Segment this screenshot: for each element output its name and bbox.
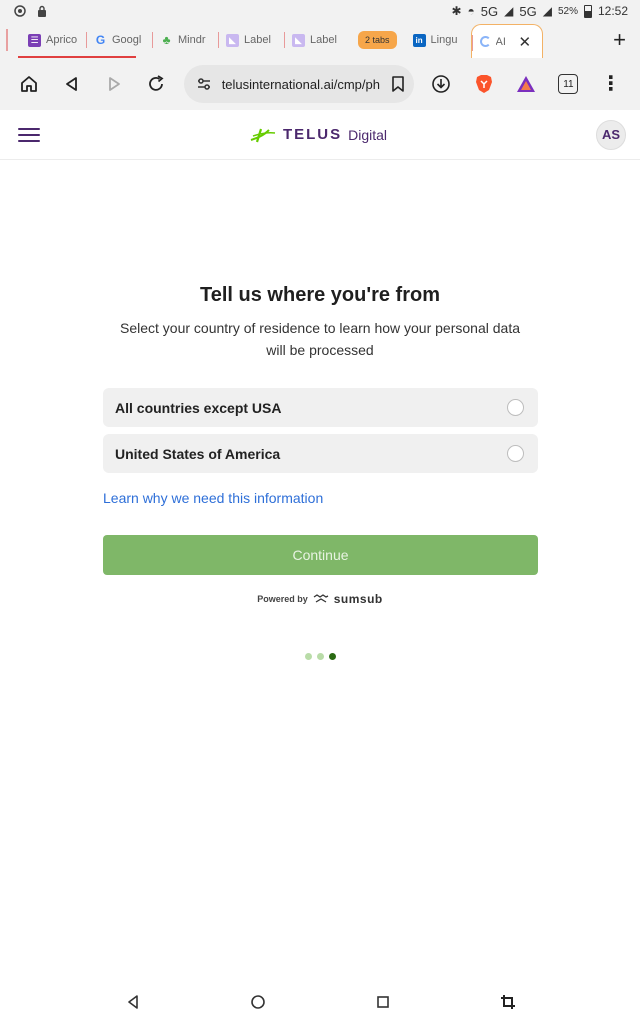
tab-label: Googl	[112, 34, 142, 46]
android-nav-bar	[0, 980, 640, 1024]
tab-label: Mindr	[178, 34, 206, 46]
tab-label-1[interactable]: ◣ Label	[218, 22, 284, 58]
status-bar: ✱ ◓ 5G ◢ 5G ◢ 52% 12:52	[0, 0, 640, 22]
new-tab-icon[interactable]: +	[613, 27, 626, 53]
reload-button[interactable]	[135, 62, 177, 106]
progress-dots	[0, 653, 640, 660]
radio-button[interactable]	[507, 399, 524, 416]
tab-edge[interactable]	[6, 29, 14, 51]
logo-word: TELUS	[282, 126, 343, 143]
brave-rewards-icon	[517, 76, 535, 92]
radio-button[interactable]	[507, 445, 524, 462]
tab-mindrift[interactable]: ♣ Mindr	[152, 22, 218, 58]
site-header: TELUS Digital AS	[0, 110, 640, 160]
telus-leaf-icon	[250, 128, 276, 142]
learn-why-link[interactable]: Learn why we need this information	[103, 490, 323, 506]
tab-label: Label	[310, 34, 337, 46]
signal-icon-2: ◢	[542, 4, 552, 18]
more-vert-icon: ⋮	[600, 73, 621, 95]
page-title: Tell us where you're from	[200, 284, 440, 306]
progress-dot	[304, 653, 312, 660]
page-subtitle: Select your country of residence to lear…	[119, 320, 520, 358]
signal-icon: ◢	[504, 4, 514, 18]
continue-button[interactable]: Continue	[103, 535, 538, 575]
nav-home-button[interactable]	[236, 980, 280, 1024]
sumsub-logo-icon	[313, 594, 329, 603]
close-tab-icon[interactable]: ✕	[519, 33, 532, 51]
battery-icon	[583, 4, 592, 18]
forward-icon	[109, 77, 120, 91]
brave-shields-button[interactable]	[462, 62, 504, 106]
crop-rotate-icon	[500, 995, 515, 1009]
tab-switcher-button[interactable]: 11	[547, 62, 589, 106]
screen-record-icon	[14, 5, 26, 17]
download-icon	[432, 75, 450, 93]
tab-strip: ☰ Aprico G Googl ♣ Mindr ◣ Label ◣ Label…	[0, 22, 640, 58]
menu-button[interactable]: ⋮	[590, 62, 632, 106]
nav-rotate-button[interactable]	[486, 980, 530, 1024]
main-content: Tell us where you're from Select your co…	[0, 160, 640, 980]
network-label-2: 5G	[519, 3, 537, 19]
wifi-icon: ◓	[467, 4, 475, 18]
powered-by-sumsub: Powered by sumsub	[0, 592, 640, 606]
linkedin-favicon-icon: in	[412, 33, 426, 47]
brave-lion-icon	[475, 75, 492, 93]
url-text[interactable]: telusinternational.ai/cmp/ph	[222, 77, 380, 92]
telus-digital-logo[interactable]: TELUS Digital	[249, 126, 387, 144]
home-button[interactable]	[8, 62, 50, 106]
loading-spinner-icon	[479, 36, 491, 47]
tab-label: Label	[244, 34, 271, 46]
forward-button[interactable]	[93, 62, 135, 106]
country-option-all-except-usa[interactable]: All countries except USA	[103, 388, 538, 427]
tab-label: AI	[495, 35, 506, 48]
tab-active[interactable]: AI ✕	[470, 24, 543, 58]
option-label: United States of America	[115, 445, 281, 462]
clock: 12:52	[597, 4, 628, 18]
tab-label: Aprico	[46, 34, 78, 46]
powered-by-label: Powered by	[257, 594, 308, 604]
hamburger-menu-icon[interactable]	[18, 127, 40, 142]
logo-sub: Digital	[348, 126, 388, 143]
tab-label: Lingu	[430, 34, 458, 46]
progress-dot-active	[328, 653, 336, 660]
battery-percent: 52%	[557, 5, 578, 17]
progress-dot	[316, 653, 324, 660]
tab-label-2[interactable]: ◣ Label	[284, 22, 350, 58]
tab-count: 11	[558, 74, 579, 94]
back-button[interactable]	[50, 62, 92, 106]
browser-toolbar: telusinternational.ai/cmp/ph 11 ⋮	[0, 58, 640, 110]
reload-icon	[149, 75, 164, 91]
google-favicon-icon: G	[95, 33, 106, 47]
country-option-usa[interactable]: United States of America	[103, 434, 538, 473]
nav-recents-icon	[376, 996, 389, 1008]
network-label-1: 5G	[480, 3, 499, 19]
back-icon	[65, 77, 77, 91]
home-icon	[21, 76, 38, 92]
nav-recents-button[interactable]	[361, 980, 405, 1024]
bookmark-icon[interactable]	[390, 75, 406, 93]
brave-rewards-button[interactable]	[505, 62, 547, 106]
tab-linkedin[interactable]: in Lingu	[405, 22, 471, 58]
labelbox-favicon-icon: ◣	[292, 33, 305, 47]
tab-group-chip[interactable]: 2 tabs	[358, 31, 397, 49]
avatar[interactable]: AS	[595, 119, 626, 150]
nav-home-icon	[250, 995, 265, 1009]
mindrift-favicon-icon: ♣	[162, 33, 171, 47]
sumsub-brand: sumsub	[333, 592, 383, 606]
address-bar[interactable]: telusinternational.ai/cmp/ph	[183, 65, 414, 103]
labelbox-favicon-icon: ◣	[226, 33, 239, 47]
apricot-favicon-icon: ☰	[28, 33, 41, 47]
nav-back-button[interactable]	[111, 980, 155, 1024]
tab-apricot[interactable]: ☰ Aprico	[20, 22, 86, 58]
bluetooth-icon: ✱	[451, 4, 462, 18]
nav-back-icon	[127, 995, 138, 1009]
download-button[interactable]	[420, 62, 462, 106]
site-settings-icon[interactable]	[196, 76, 212, 92]
lock-icon	[38, 5, 46, 17]
tab-google[interactable]: G Googl	[86, 22, 152, 58]
option-label: All countries except USA	[115, 399, 282, 416]
